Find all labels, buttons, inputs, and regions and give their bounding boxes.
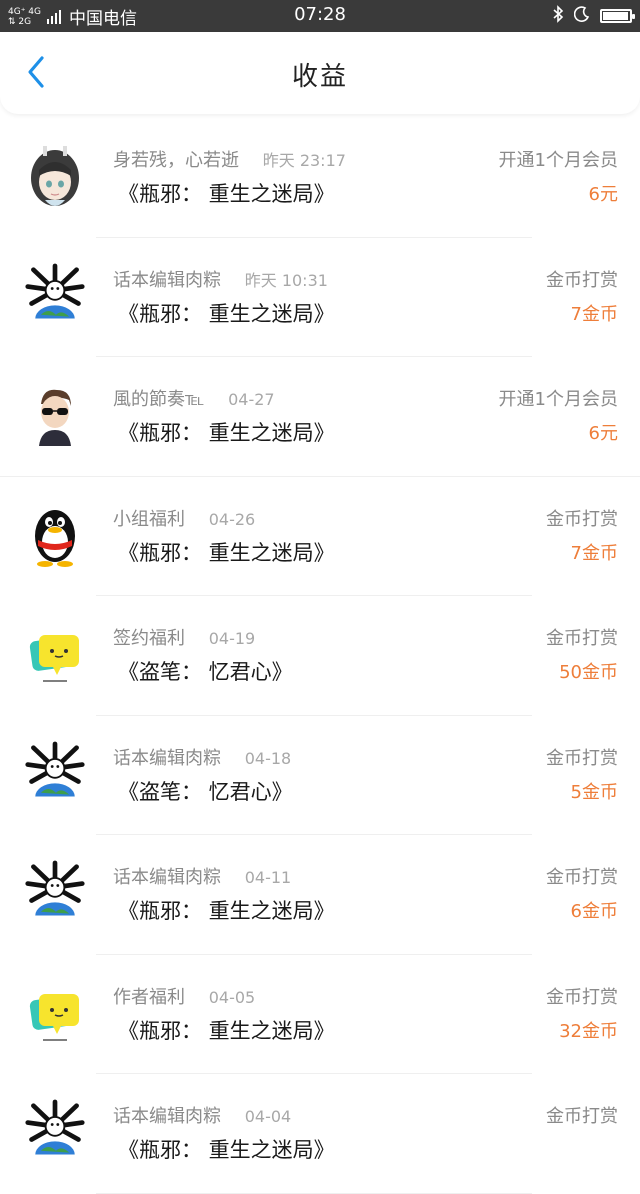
sender-name: 身若残，心若逝 — [113, 150, 239, 171]
sender-line: 作者福利 04-05 — [113, 983, 255, 1009]
cartoon-globe-avatar[interactable] — [24, 738, 86, 810]
divider — [96, 1192, 532, 1194]
item-time: 04-05 — [208, 987, 256, 1007]
bluetooth-icon — [552, 5, 564, 27]
battery-level — [603, 12, 628, 20]
item-time: 04-27 — [228, 390, 275, 409]
earning-type: 金币打赏 — [546, 986, 618, 1008]
earning-item[interactable]: 签约福利 04-19 《盗笔： 忆君心》 金币打赏 50金币 — [0, 596, 640, 716]
chat-bubble-avatar[interactable] — [24, 977, 86, 1049]
earning-type: 金币打赏 — [546, 269, 618, 291]
sender-name: 话本编辑肉粽 — [113, 867, 221, 888]
book-title: 《瓶邪： 重生之迷局》 — [118, 1138, 335, 1162]
earning-type: 开通1个月会员 — [498, 150, 618, 171]
sender-line: 签约福利 04-19 — [113, 624, 255, 650]
item-time: 04-04 — [244, 1107, 292, 1126]
earning-item[interactable]: 小组福利 04-26 《瓶邪： 重生之迷局》 金币打赏 7金币 — [0, 477, 640, 596]
battery-icon — [600, 9, 635, 23]
sunglasses-man-avatar[interactable] — [24, 379, 86, 451]
book-title: 《瓶邪： 重生之迷局》 — [118, 540, 335, 565]
earning-amount: 6金币 — [570, 901, 618, 922]
earning-amount: 50金币 — [559, 662, 618, 683]
item-time: 04-26 — [208, 509, 256, 529]
earning-amount: 32金币 — [559, 1020, 618, 1042]
item-time: 04-11 — [244, 868, 292, 887]
earning-amount: 7金币 — [570, 303, 618, 325]
anime-girl-avatar[interactable] — [24, 140, 86, 212]
cartoon-globe-avatar[interactable] — [24, 260, 86, 332]
sender-name: 作者福利 — [113, 986, 185, 1008]
item-time: 昨天 10:31 — [244, 270, 328, 290]
earning-item[interactable]: 话本编辑肉粽 04-11 《瓶邪： 重生之迷局》 金币打赏 6金币 — [0, 835, 640, 955]
moon-icon — [573, 6, 590, 26]
sender-line: 话本编辑肉粽 04-04 — [113, 1102, 291, 1128]
earning-amount: 5金币 — [570, 781, 618, 803]
earning-amount: 6元 — [588, 423, 618, 444]
earning-item[interactable]: 身若残，心若逝 昨天 23:17 《瓶邪： 重生之迷局》 开通1个月会员 6元 — [0, 118, 640, 238]
item-time: 昨天 23:17 — [262, 151, 346, 170]
cartoon-globe-avatar[interactable] — [24, 857, 86, 929]
earning-type: 金币打赏 — [546, 628, 618, 649]
sender-line: 话本编辑肉粽 04-11 — [113, 863, 291, 889]
cartoon-globe-avatar[interactable] — [24, 1096, 86, 1168]
sender-line: 小组福利 04-26 — [113, 505, 255, 531]
earning-type: 金币打赏 — [546, 1106, 618, 1127]
sender-line: 風的節奏℡ 04-27 — [113, 385, 275, 411]
earning-item[interactable]: 風的節奏℡ 04-27 《瓶邪： 重生之迷局》 开通1个月会员 6元 — [0, 357, 640, 477]
book-title: 《瓶邪： 重生之迷局》 — [118, 182, 335, 206]
earning-item[interactable]: 作者福利 04-05 《瓶邪： 重生之迷局》 金币打赏 32金币 — [0, 955, 640, 1074]
clock: 07:28 — [294, 4, 346, 25]
earning-type: 金币打赏 — [546, 867, 618, 888]
book-title: 《瓶邪： 重生之迷局》 — [118, 301, 335, 326]
earning-amount: 7金币 — [570, 542, 618, 564]
sender-name: 風的節奏℡ — [113, 389, 205, 410]
sender-name: 话本编辑肉粽 — [113, 269, 221, 291]
earnings-list: 身若残，心若逝 昨天 23:17 《瓶邪： 重生之迷局》 开通1个月会员 6元 … — [0, 118, 640, 1194]
sender-name: 签约福利 — [113, 628, 185, 649]
earning-type: 开通1个月会员 — [498, 389, 618, 410]
sender-name: 话本编辑肉粽 — [113, 1106, 221, 1127]
book-title: 《盗笔： 忆君心》 — [118, 779, 293, 804]
item-time: 04-18 — [244, 748, 292, 768]
status-bar: 4G⁺ 4G ⇅ 2G 中国电信 07:28 — [0, 0, 640, 32]
earning-amount: 6元 — [588, 184, 618, 205]
sender-line: 话本编辑肉粽 昨天 10:31 — [113, 266, 328, 292]
item-time: 04-19 — [208, 629, 256, 648]
earning-item[interactable]: 话本编辑肉粽 04-04 《瓶邪： 重生之迷局》 金币打赏 — [0, 1074, 640, 1194]
chat-bubble-avatar[interactable] — [24, 618, 86, 690]
book-title: 《瓶邪： 重生之迷局》 — [118, 421, 335, 445]
sender-name: 小组福利 — [113, 508, 185, 530]
earning-type: 金币打赏 — [546, 747, 618, 769]
book-title: 《瓶邪： 重生之迷局》 — [118, 1018, 335, 1043]
app-header: 收益 — [0, 32, 640, 114]
penguin-avatar[interactable] — [24, 499, 86, 571]
sender-line: 话本编辑肉粽 04-18 — [113, 744, 291, 770]
book-title: 《瓶邪： 重生之迷局》 — [118, 899, 335, 923]
earning-item[interactable]: 话本编辑肉粽 04-18 《盗笔： 忆君心》 金币打赏 5金币 — [0, 716, 640, 835]
status-right — [552, 5, 635, 27]
sender-name: 话本编辑肉粽 — [113, 747, 221, 769]
page-title: 收益 — [291, 62, 348, 92]
book-title: 《盗笔： 忆君心》 — [118, 660, 293, 684]
earning-type: 金币打赏 — [546, 508, 618, 530]
sender-line: 身若残，心若逝 昨天 23:17 — [113, 146, 346, 172]
earning-item[interactable]: 话本编辑肉粽 昨天 10:31 《瓶邪： 重生之迷局》 金币打赏 7金币 — [0, 238, 640, 357]
